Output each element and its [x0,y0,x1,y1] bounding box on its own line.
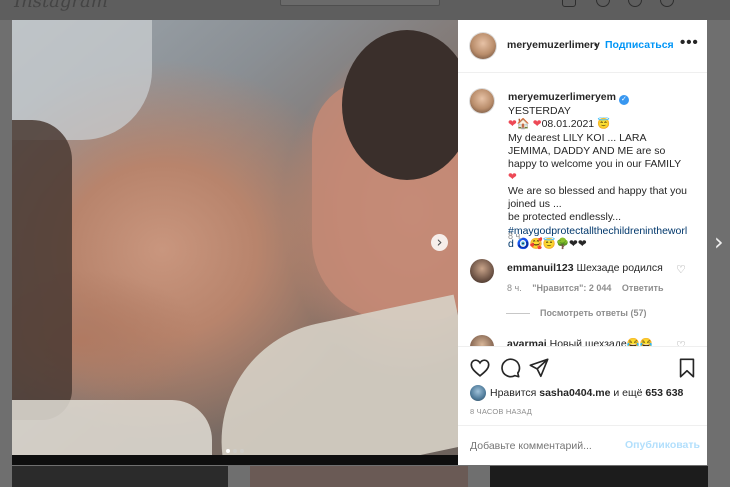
add-comment-input[interactable] [470,440,610,452]
carousel-dots [226,449,244,453]
carousel-dot [233,449,237,453]
top-navbar: Instagram [0,0,730,20]
post-caption: meryemuzerlimeryem ✓ YESTERDAY ❤🏠 ❤08.01… [508,91,690,251]
carousel-dot [240,449,244,453]
comment-like-heart-icon[interactable]: ♡ [676,263,686,276]
photo-hair [12,120,72,420]
caption-username[interactable]: meryemuzerlimeryem [508,91,616,103]
comment-avatar[interactable] [470,335,494,346]
grid-thumbnail[interactable] [12,466,228,487]
post-timestamp[interactable]: 8 ЧАСОВ НАЗАД [470,407,532,416]
more-options-icon[interactable]: ••• [680,34,699,51]
comment-bubble-icon[interactable] [499,357,521,379]
caption-emoji: 🧿🥰😇🌳❤❤ [513,237,587,250]
post-header: meryemuzerlimery • Подписаться ••• [458,20,707,73]
photo-blanket [199,294,458,455]
comment-avatar[interactable] [470,259,494,283]
activity-icon[interactable] [628,0,642,7]
separator-dot: • [594,39,598,51]
post-side-panel: meryemuzerlimery • Подписаться ••• merye… [458,20,707,465]
verified-badge-icon: ✓ [618,95,629,105]
share-send-icon[interactable] [528,357,550,379]
comment-text: Шехзаде родился [573,262,663,274]
comment-composer: Опубликовать [458,425,707,466]
likes-count[interactable]: 653 638 [645,387,683,399]
view-replies-button[interactable]: Посмотреть ответы (57) [506,308,646,318]
caption-text: We are so blessed and happy that you joi… [508,184,688,211]
caption-avatar[interactable] [470,89,494,113]
like-heart-icon[interactable] [469,357,491,379]
comment-username[interactable]: avarmai [507,338,547,346]
caption-time: 8 ч. [508,231,523,241]
search-box[interactable] [280,0,440,6]
profile-icon[interactable] [660,0,674,7]
follow-button[interactable]: Подписаться [605,39,674,51]
liker-username[interactable]: sasha0404.me [539,387,610,399]
caption-text: My dearest LILY KOI ... LARA JEMIMA, DAD… [508,131,681,171]
caption-emoji: 😇 [597,118,611,131]
author-username[interactable]: meryemuzerlimery [507,39,600,51]
likes-summary[interactable]: Нравится sasha0404.me и ещё 653 638 [490,387,683,399]
next-post-arrow-icon[interactable]: › [714,229,724,255]
comment-like-heart-icon[interactable]: ♡ [676,339,686,346]
grid-thumbnail[interactable] [490,466,708,487]
caption-emoji: ❤🏠 ❤ [508,118,542,131]
publish-comment-button[interactable]: Опубликовать [625,439,700,451]
replies-line [506,313,530,315]
comment: avarmai Новый шехзаде😂😂 [507,337,653,346]
comment-meta: 8 ч. "Нравится": 2 044 Ответить [507,283,664,293]
caption-text: YESTERDAY [508,105,571,117]
comments-area[interactable]: meryemuzerlimeryem ✓ YESTERDAY ❤🏠 ❤08.01… [458,73,707,346]
photo-bottom-bar [12,455,458,465]
messenger-icon[interactable] [562,0,576,7]
likes-middle: и ещё [610,387,646,399]
view-replies-label: Посмотреть ответы (57) [540,308,647,318]
post-photo[interactable] [12,20,458,455]
caption-emoji: ❤ [508,171,517,184]
comment-time: 8 ч. [507,283,522,293]
comment-likes-count[interactable]: "Нравится": 2 044 [532,283,611,293]
grid-thumbnail[interactable] [250,466,468,487]
liker-avatar[interactable] [470,385,486,401]
instagram-logo[interactable]: Instagram [14,0,108,12]
likes-prefix: Нравится [490,387,540,399]
save-bookmark-icon[interactable] [676,357,698,379]
comment-text: Новый шехзаде😂😂 [546,338,653,346]
comment-reply-button[interactable]: Ответить [622,283,664,293]
photo-blanket-2 [12,400,212,455]
caption-text: be protected endlessly... [508,211,622,224]
comment: emmanuil123 Шехзаде родился [507,262,663,274]
comment-username[interactable]: emmanuil123 [507,262,574,274]
explore-icon[interactable] [596,0,610,7]
carousel-dot [226,449,230,453]
caption-date: 08.01.2021 [541,118,598,131]
author-avatar[interactable] [470,33,496,59]
carousel-next-button[interactable]: › [431,234,448,251]
post-actions: Нравится sasha0404.me и ещё 653 638 8 ЧА… [458,346,707,416]
